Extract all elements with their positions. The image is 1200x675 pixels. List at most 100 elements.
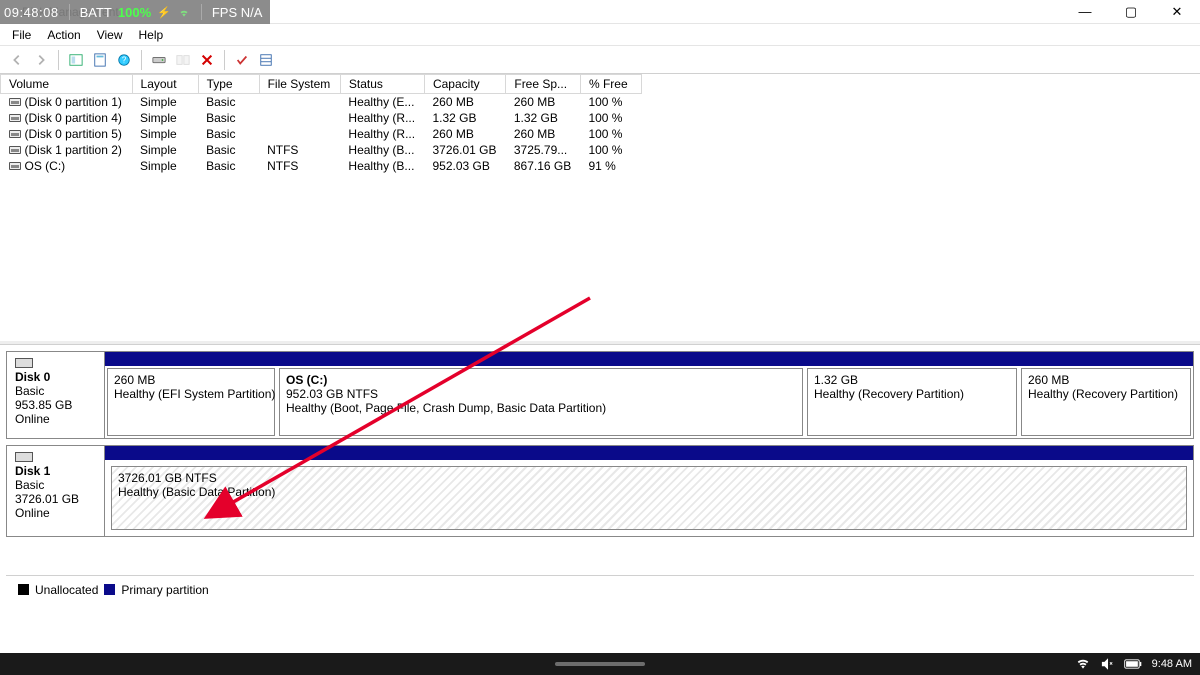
help-icon: ? bbox=[117, 53, 131, 67]
cell-pct: 100 % bbox=[580, 142, 641, 158]
partition-box[interactable]: 260 MBHealthy (Recovery Partition) bbox=[1021, 368, 1191, 436]
legend-label-unallocated: Unallocated bbox=[35, 583, 98, 597]
new-spanned-button[interactable] bbox=[172, 49, 194, 71]
col-filesystem[interactable]: File System bbox=[259, 75, 340, 94]
cell-type: Basic bbox=[198, 110, 259, 126]
cell-pct: 100 % bbox=[580, 126, 641, 142]
legend-swatch-primary bbox=[104, 584, 115, 595]
volume-icon bbox=[9, 130, 21, 138]
delete-button[interactable] bbox=[196, 49, 218, 71]
partition-size: 952.03 GB NTFS bbox=[286, 387, 796, 401]
maximize-icon: ▢ bbox=[1125, 4, 1137, 20]
help-button[interactable]: ? bbox=[113, 49, 135, 71]
manage-disks-button[interactable] bbox=[148, 49, 170, 71]
cell-capacity: 260 MB bbox=[424, 94, 505, 111]
wifi-icon[interactable] bbox=[1076, 657, 1090, 671]
table-row[interactable]: (Disk 0 partition 5)SimpleBasicHealthy (… bbox=[1, 126, 642, 142]
forward-button[interactable] bbox=[30, 49, 52, 71]
back-icon bbox=[10, 53, 24, 67]
cell-free: 3725.79... bbox=[506, 142, 581, 158]
partition-box[interactable]: 260 MBHealthy (EFI System Partition) bbox=[107, 368, 275, 436]
partition-title: OS (C:) bbox=[286, 373, 796, 387]
cell-free: 260 MB bbox=[506, 126, 581, 142]
close-icon: ✕ bbox=[1172, 4, 1183, 20]
disk-icon bbox=[152, 53, 166, 67]
table-row[interactable]: OS (C:)SimpleBasicNTFSHealthy (B...952.0… bbox=[1, 158, 642, 174]
properties-button[interactable] bbox=[89, 49, 111, 71]
volume-list-pane: Volume Layout Type File System Status Ca… bbox=[0, 74, 1200, 344]
minimize-button[interactable]: — bbox=[1062, 0, 1108, 23]
cell-free: 867.16 GB bbox=[506, 158, 581, 174]
refresh-check-icon bbox=[235, 53, 249, 67]
tray-clock[interactable]: 9:48 AM bbox=[1152, 658, 1192, 670]
forward-icon bbox=[34, 53, 48, 67]
col-free[interactable]: Free Sp... bbox=[506, 75, 581, 94]
table-row[interactable]: (Disk 1 partition 2)SimpleBasicNTFSHealt… bbox=[1, 142, 642, 158]
cell-type: Basic bbox=[198, 158, 259, 174]
col-pctfree[interactable]: % Free bbox=[580, 75, 641, 94]
partition-box[interactable]: 1.32 GBHealthy (Recovery Partition) bbox=[807, 368, 1017, 436]
disk-header[interactable]: Disk 0 Basic 953.85 GB Online bbox=[7, 352, 105, 438]
col-capacity[interactable]: Capacity bbox=[424, 75, 505, 94]
cell-fs: NTFS bbox=[259, 158, 340, 174]
volume-table[interactable]: Volume Layout Type File System Status Ca… bbox=[0, 74, 642, 174]
osd-overlay: 09:48:08 BATT 100% ⚡ FPS N/A bbox=[0, 0, 270, 24]
partition-size: 260 MB bbox=[114, 373, 268, 387]
volume-icon bbox=[9, 162, 21, 170]
battery-icon[interactable] bbox=[1124, 658, 1142, 670]
cell-fs bbox=[259, 126, 340, 142]
list-view-button[interactable] bbox=[255, 49, 277, 71]
table-row[interactable]: (Disk 0 partition 4)SimpleBasicHealthy (… bbox=[1, 110, 642, 126]
partition-stripe bbox=[105, 446, 1193, 460]
disk-type: Basic bbox=[15, 384, 96, 398]
cell-fs: NTFS bbox=[259, 142, 340, 158]
cell-free: 260 MB bbox=[506, 94, 581, 111]
osd-batt-label: BATT bbox=[80, 5, 112, 20]
back-button[interactable] bbox=[6, 49, 28, 71]
menubar: File Action View Help bbox=[0, 24, 1200, 46]
menu-view[interactable]: View bbox=[89, 26, 131, 44]
cell-pct: 100 % bbox=[580, 94, 641, 111]
col-layout[interactable]: Layout bbox=[132, 75, 198, 94]
disk-state: Online bbox=[15, 506, 96, 520]
volume-icon bbox=[9, 114, 21, 122]
partition-size: 1.32 GB bbox=[814, 373, 1010, 387]
cell-status: Healthy (B... bbox=[340, 158, 424, 174]
disk-drive-icon bbox=[15, 358, 33, 368]
partition-box[interactable]: 3726.01 GB NTFSHealthy (Basic Data Parti… bbox=[111, 466, 1187, 530]
cell-type: Basic bbox=[198, 94, 259, 111]
volume-mute-icon[interactable] bbox=[1100, 657, 1114, 671]
col-status[interactable]: Status bbox=[340, 75, 424, 94]
disk-name: Disk 0 bbox=[15, 370, 96, 384]
partition-status: Healthy (EFI System Partition) bbox=[114, 387, 268, 401]
disk-row: Disk 0 Basic 953.85 GB Online260 MBHealt… bbox=[6, 351, 1194, 439]
refresh-button[interactable] bbox=[231, 49, 253, 71]
table-row[interactable]: (Disk 0 partition 1)SimpleBasicHealthy (… bbox=[1, 94, 642, 111]
cell-type: Basic bbox=[198, 142, 259, 158]
taskbar[interactable]: 9:48 AM bbox=[0, 653, 1200, 675]
cell-pct: 91 % bbox=[580, 158, 641, 174]
col-type[interactable]: Type bbox=[198, 75, 259, 94]
disk-header[interactable]: Disk 1 Basic 3726.01 GB Online bbox=[7, 446, 105, 536]
menu-file[interactable]: File bbox=[4, 26, 39, 44]
console-tree-icon bbox=[69, 53, 83, 67]
cell-capacity: 3726.01 GB bbox=[424, 142, 505, 158]
legend: Unallocated Primary partition bbox=[6, 575, 1194, 603]
osd-fps: FPS N/A bbox=[212, 5, 263, 20]
partition-size: 3726.01 GB NTFS bbox=[118, 471, 1180, 485]
disk-name: Disk 1 bbox=[15, 464, 96, 478]
list-view-icon bbox=[259, 53, 273, 67]
close-button[interactable]: ✕ bbox=[1154, 0, 1200, 23]
menu-action[interactable]: Action bbox=[39, 26, 88, 44]
menu-help[interactable]: Help bbox=[131, 26, 172, 44]
col-volume[interactable]: Volume bbox=[1, 75, 133, 94]
partition-size: 260 MB bbox=[1028, 373, 1184, 387]
volume-table-header: Volume Layout Type File System Status Ca… bbox=[1, 75, 642, 94]
partition-box[interactable]: OS (C:)952.03 GB NTFSHealthy (Boot, Page… bbox=[279, 368, 803, 436]
system-tray: 9:48 AM bbox=[1076, 653, 1192, 675]
volume-icon bbox=[9, 98, 21, 106]
partition-status: Healthy (Recovery Partition) bbox=[814, 387, 1010, 401]
cell-layout: Simple bbox=[132, 158, 198, 174]
maximize-button[interactable]: ▢ bbox=[1108, 0, 1154, 23]
show-console-button[interactable] bbox=[65, 49, 87, 71]
